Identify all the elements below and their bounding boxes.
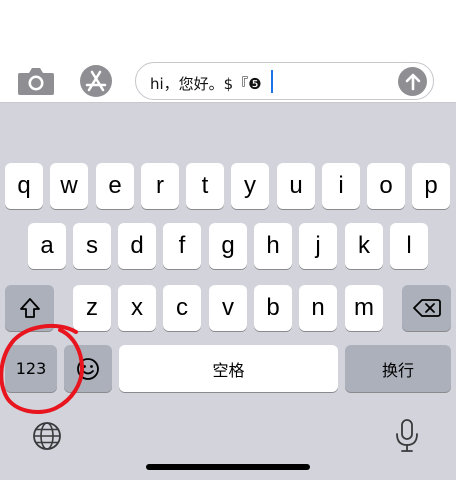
home-indicator xyxy=(146,464,310,470)
arrow-up-icon xyxy=(405,73,420,90)
text-caret xyxy=(271,70,273,93)
key-w[interactable]: w xyxy=(50,163,88,209)
key-j[interactable]: j xyxy=(299,223,337,269)
key-l[interactable]: l xyxy=(390,223,428,269)
camera-icon xyxy=(18,68,54,95)
return-key[interactable]: 换行 xyxy=(345,345,451,392)
camera-button[interactable] xyxy=(17,65,55,97)
key-q[interactable]: q xyxy=(5,163,43,209)
key-a[interactable]: a xyxy=(28,223,66,269)
shift-icon xyxy=(19,298,40,318)
key-u[interactable]: u xyxy=(277,163,315,209)
key-k[interactable]: k xyxy=(345,223,383,269)
key-o[interactable]: o xyxy=(367,163,405,209)
key-g[interactable]: g xyxy=(209,223,247,269)
key-h[interactable]: h xyxy=(254,223,292,269)
key-f[interactable]: f xyxy=(163,223,201,269)
microphone-icon[interactable] xyxy=(393,418,421,454)
key-s[interactable]: s xyxy=(73,223,111,269)
app-store-button[interactable] xyxy=(78,64,114,98)
key-d[interactable]: d xyxy=(118,223,156,269)
key-y[interactable]: y xyxy=(231,163,269,209)
key-v[interactable]: v xyxy=(209,285,247,331)
space-key[interactable]: 空格 xyxy=(119,345,338,392)
message-toolbar: hi，您好。$『❺ xyxy=(0,0,456,103)
key-x[interactable]: x xyxy=(118,285,156,331)
key-c[interactable]: c xyxy=(163,285,201,331)
numbers-key[interactable]: 123 xyxy=(5,345,57,392)
key-n[interactable]: n xyxy=(299,285,337,331)
key-p[interactable]: p xyxy=(412,163,450,209)
shift-key[interactable] xyxy=(5,285,54,331)
key-b[interactable]: b xyxy=(254,285,292,331)
app-store-icon xyxy=(80,65,112,97)
key-i[interactable]: i xyxy=(322,163,360,209)
emoji-key[interactable] xyxy=(64,345,112,392)
send-button[interactable] xyxy=(398,67,427,96)
key-e[interactable]: e xyxy=(96,163,134,209)
message-input[interactable]: hi，您好。$『❺ xyxy=(135,62,434,100)
key-m[interactable]: m xyxy=(345,285,383,331)
key-r[interactable]: r xyxy=(141,163,179,209)
delete-key[interactable] xyxy=(402,285,451,331)
delete-icon xyxy=(412,299,441,317)
key-t[interactable]: t xyxy=(186,163,224,209)
message-text: hi，您好。$『❺ xyxy=(150,75,262,93)
key-z[interactable]: z xyxy=(73,285,111,331)
globe-icon[interactable] xyxy=(31,420,63,452)
emoji-icon xyxy=(77,357,99,380)
